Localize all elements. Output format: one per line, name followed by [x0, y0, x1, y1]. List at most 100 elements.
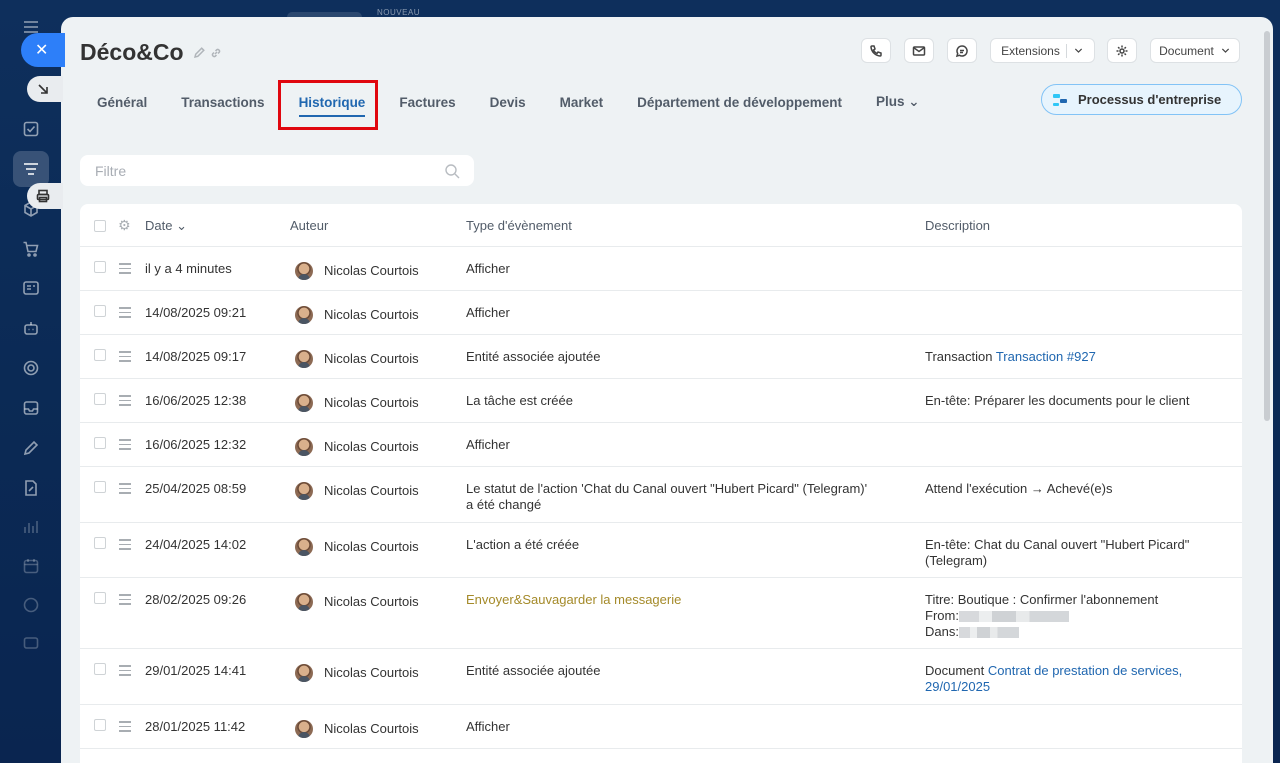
table-row[interactable]: il y a 4 minutes Nicolas Courtois Affich…	[80, 247, 1242, 291]
panel-scrollbar[interactable]	[1264, 31, 1270, 421]
row-date: 25/04/2025 08:59	[145, 481, 247, 496]
row-checkbox[interactable]	[94, 592, 106, 604]
avatar[interactable]	[295, 720, 313, 738]
column-description[interactable]: Description	[925, 218, 990, 234]
drag-handle-icon[interactable]	[119, 483, 131, 497]
transaction-link[interactable]: Transaction #927	[996, 349, 1096, 364]
minimize-button[interactable]	[27, 76, 63, 102]
row-author[interactable]: Nicolas Courtois	[324, 395, 419, 411]
drag-handle-icon[interactable]	[119, 665, 131, 679]
drag-handle-icon[interactable]	[119, 539, 131, 553]
close-slider-button[interactable]: ✕	[21, 33, 65, 67]
row-checkbox[interactable]	[94, 305, 106, 317]
avatar[interactable]	[295, 538, 313, 556]
search-icon	[445, 164, 460, 179]
document-edit-icon[interactable]	[20, 477, 42, 499]
table-row[interactable]: 14/08/2025 09:17 Nicolas Courtois Entité…	[80, 335, 1242, 379]
row-author[interactable]: Nicolas Courtois	[324, 439, 419, 455]
table-row[interactable]: 16/06/2025 12:38 Nicolas Courtois La tâc…	[80, 379, 1242, 423]
avatar[interactable]	[295, 262, 313, 280]
avatar[interactable]	[295, 394, 313, 412]
pencil-icon[interactable]	[193, 47, 205, 59]
row-checkbox[interactable]	[94, 437, 106, 449]
row-author[interactable]: Nicolas Courtois	[324, 483, 419, 499]
contact-card-icon[interactable]	[20, 277, 42, 299]
robot-icon[interactable]	[20, 317, 42, 339]
link-icon[interactable]	[210, 47, 222, 59]
target-icon[interactable]	[20, 357, 42, 379]
analytics-icon[interactable]	[20, 516, 42, 538]
chat-icon[interactable]	[20, 633, 42, 655]
table-row[interactable]: 28/02/2025 09:26 Nicolas Courtois Envoye…	[80, 578, 1242, 649]
row-checkbox[interactable]	[94, 261, 106, 273]
row-checkbox[interactable]	[94, 537, 106, 549]
tab-devis[interactable]: Devis	[490, 95, 526, 110]
row-author[interactable]: Nicolas Courtois	[324, 351, 419, 367]
row-author[interactable]: Nicolas Courtois	[324, 721, 419, 737]
drag-handle-icon[interactable]	[119, 395, 131, 409]
chevron-down-icon	[1221, 48, 1229, 53]
settings-button[interactable]	[1107, 38, 1137, 63]
drag-handle-icon[interactable]	[119, 263, 131, 277]
row-author[interactable]: Nicolas Courtois	[324, 539, 419, 555]
row-date: 14/08/2025 09:21	[145, 305, 247, 320]
column-author[interactable]: Auteur	[290, 218, 328, 234]
document-button[interactable]: Document	[1150, 38, 1240, 63]
drag-handle-icon[interactable]	[119, 307, 131, 321]
column-event-type[interactable]: Type d'évènement	[466, 218, 572, 234]
business-process-button[interactable]: Processus d'entreprise	[1041, 84, 1242, 115]
select-all-checkbox[interactable]	[94, 220, 106, 232]
tasks-icon[interactable]	[20, 118, 42, 140]
tab-plus[interactable]: Plus ⌄	[876, 94, 920, 110]
call-button[interactable]	[861, 38, 891, 63]
table-row[interactable]	[80, 749, 1242, 763]
inbox-icon[interactable]	[20, 397, 42, 419]
row-checkbox[interactable]	[94, 481, 106, 493]
avatar[interactable]	[295, 306, 313, 324]
crm-icon[interactable]	[20, 158, 42, 180]
gear-icon[interactable]: ⚙	[118, 217, 131, 233]
row-checkbox[interactable]	[94, 663, 106, 675]
drag-handle-icon[interactable]	[119, 594, 131, 608]
table-row[interactable]: 16/06/2025 12:32 Nicolas Courtois Affich…	[80, 423, 1242, 467]
document-link-date[interactable]: 29/01/2025	[925, 679, 1182, 695]
table-row[interactable]: 25/04/2025 08:59 Nicolas Courtois Le sta…	[80, 467, 1242, 523]
filter-input[interactable]: Filtre	[80, 155, 474, 186]
avatar[interactable]	[295, 482, 313, 500]
tab-factures[interactable]: Factures	[399, 95, 455, 110]
left-sidebar	[0, 0, 62, 763]
edit-icon[interactable]	[20, 437, 42, 459]
row-checkbox[interactable]	[94, 349, 106, 361]
tab-market[interactable]: Market	[560, 95, 604, 110]
chat-button[interactable]	[947, 38, 977, 63]
table-row[interactable]: 29/01/2025 14:41 Nicolas Courtois Entité…	[80, 649, 1242, 705]
column-date[interactable]: Date ⌄	[145, 218, 187, 234]
cart-icon[interactable]	[20, 238, 42, 260]
tab-general[interactable]: Général	[97, 95, 147, 110]
tab-departement-developpement[interactable]: Département de développement	[637, 95, 842, 110]
badge-icon[interactable]	[20, 594, 42, 616]
row-author[interactable]: Nicolas Courtois	[324, 665, 419, 681]
history-table: ⚙ Date ⌄ Auteur Type d'évènement Descrip…	[80, 204, 1242, 763]
row-checkbox[interactable]	[94, 393, 106, 405]
table-row[interactable]: 28/01/2025 11:42 Nicolas Courtois Affich…	[80, 705, 1242, 749]
row-checkbox[interactable]	[94, 719, 106, 731]
drag-handle-icon[interactable]	[119, 721, 131, 735]
tab-transactions[interactable]: Transactions	[181, 95, 264, 110]
row-author[interactable]: Nicolas Courtois	[324, 594, 419, 610]
avatar[interactable]	[295, 438, 313, 456]
avatar[interactable]	[295, 664, 313, 682]
drag-handle-icon[interactable]	[119, 439, 131, 453]
avatar[interactable]	[295, 593, 313, 611]
drag-handle-icon[interactable]	[119, 351, 131, 365]
document-link[interactable]: Contrat de prestation de services,	[988, 663, 1182, 678]
table-row[interactable]: 14/08/2025 09:21 Nicolas Courtois Affich…	[80, 291, 1242, 335]
extensions-button[interactable]: Extensions	[990, 38, 1095, 63]
print-button[interactable]	[27, 183, 63, 209]
avatar[interactable]	[295, 350, 313, 368]
calendar-icon[interactable]	[20, 555, 42, 577]
table-row[interactable]: 24/04/2025 14:02 Nicolas Courtois L'acti…	[80, 523, 1242, 578]
row-author[interactable]: Nicolas Courtois	[324, 307, 419, 323]
email-button[interactable]	[904, 38, 934, 63]
row-author[interactable]: Nicolas Courtois	[324, 263, 419, 279]
